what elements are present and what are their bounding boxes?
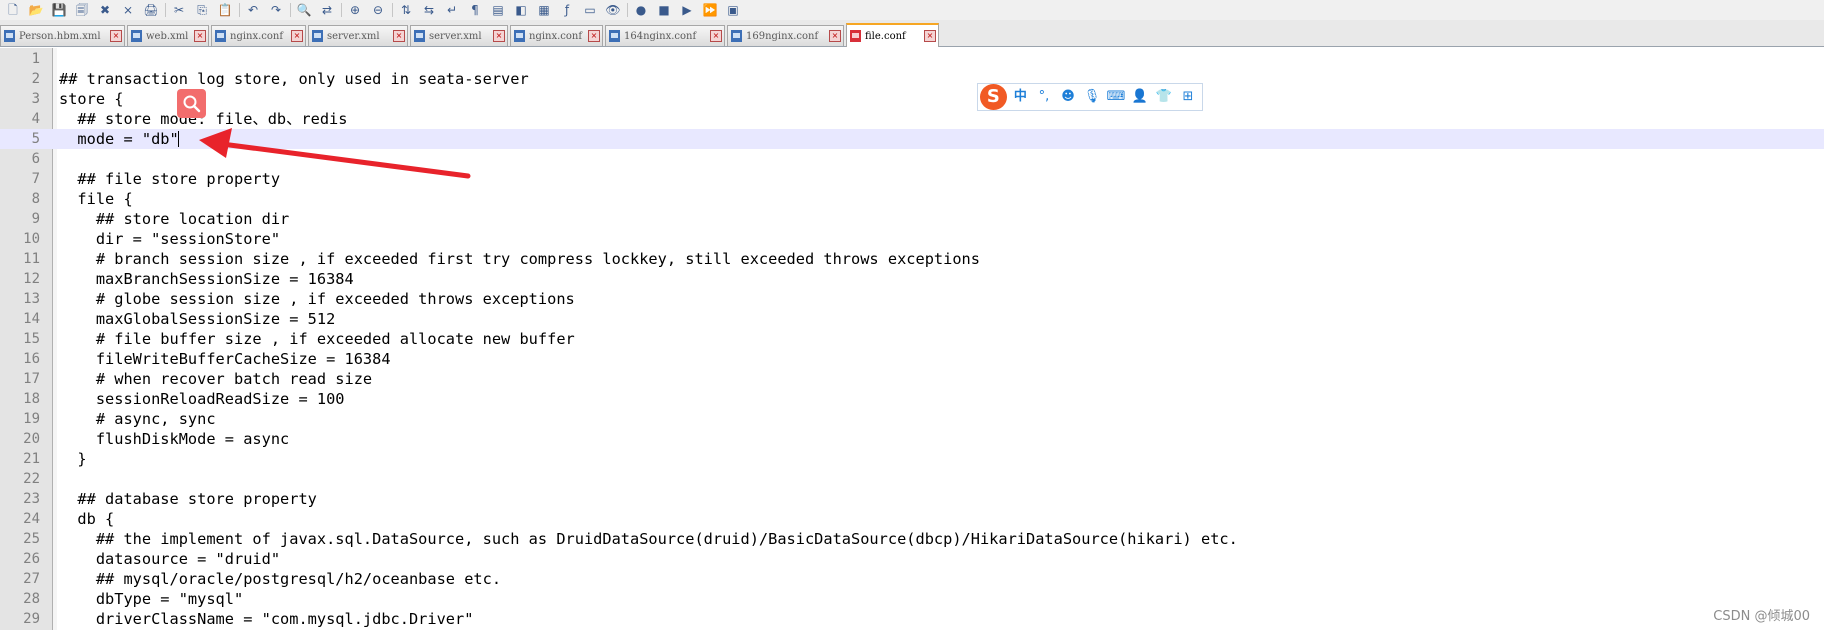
annotation-arrow (199, 128, 471, 179)
watermark: CSDN @倾城00 (1713, 609, 1810, 624)
